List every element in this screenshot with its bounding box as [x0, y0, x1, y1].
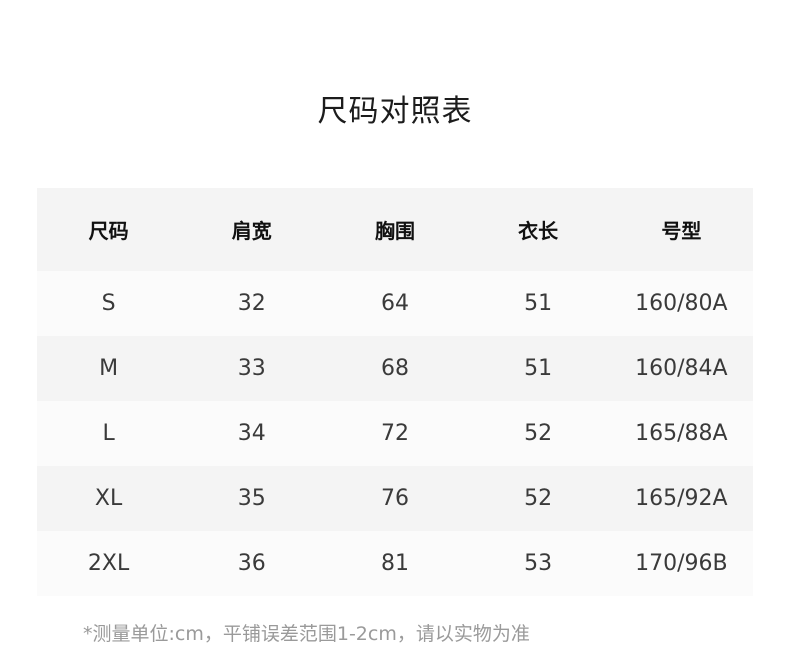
header-size: 尺码 — [88, 219, 129, 243]
cell-chest: 68 — [380, 356, 409, 381]
cell-shoulder-width: 36 — [237, 551, 266, 576]
cell-length: 52 — [524, 486, 553, 511]
cell-chest: 72 — [380, 421, 409, 446]
header-shoulder-width: 肩宽 — [231, 219, 272, 243]
cell-shoulder-width: 32 — [237, 291, 266, 316]
cell-fit-code: 160/80A — [635, 291, 728, 316]
size-chart-table: 尺码 肩宽 胸围 衣长 号型 S 32 64 51 160/80A M 33 6… — [37, 188, 753, 596]
header-length: 衣长 — [518, 219, 559, 243]
cell-shoulder-width: 33 — [237, 356, 266, 381]
table-row: M 33 68 51 160/84A — [37, 336, 753, 401]
cell-fit-code: 165/92A — [635, 486, 728, 511]
cell-length: 51 — [524, 356, 553, 381]
cell-size: M — [99, 356, 119, 381]
measurement-note: *测量单位:cm，平铺误差范围1-2cm，请以实物为准 — [83, 623, 530, 645]
table-header-row: 尺码 肩宽 胸围 衣长 号型 — [37, 188, 753, 271]
cell-size: 2XL — [87, 551, 130, 576]
cell-shoulder-width: 34 — [237, 421, 266, 446]
cell-chest: 76 — [380, 486, 409, 511]
cell-chest: 81 — [380, 551, 409, 576]
cell-chest: 64 — [380, 291, 409, 316]
table-row: XL 35 76 52 165/92A — [37, 466, 753, 531]
cell-length: 53 — [524, 551, 553, 576]
cell-length: 51 — [524, 291, 553, 316]
cell-fit-code: 170/96B — [635, 551, 728, 576]
cell-length: 52 — [524, 421, 553, 446]
cell-size: S — [101, 291, 116, 316]
table-row: 2XL 36 81 53 170/96B — [37, 531, 753, 596]
cell-shoulder-width: 35 — [237, 486, 266, 511]
header-chest: 胸围 — [374, 219, 415, 243]
cell-fit-code: 160/84A — [635, 356, 728, 381]
header-fit-code: 号型 — [661, 219, 702, 243]
table-row: S 32 64 51 160/80A — [37, 271, 753, 336]
page-title: 尺码对照表 — [317, 94, 473, 129]
cell-size: L — [102, 421, 115, 446]
cell-fit-code: 165/88A — [635, 421, 728, 446]
table-row: L 34 72 52 165/88A — [37, 401, 753, 466]
cell-size: XL — [94, 486, 123, 511]
